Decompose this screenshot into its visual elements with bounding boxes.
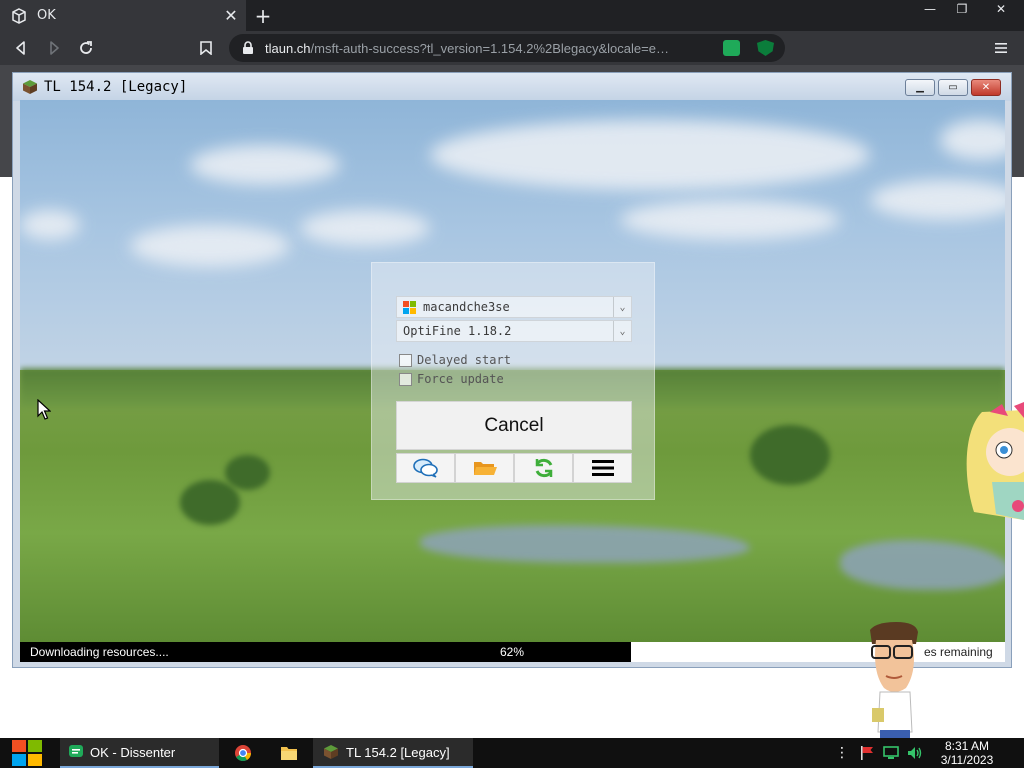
launcher-titlebar[interactable]: TL 154.2 [Legacy] ▁ ▭ ✕	[13, 73, 1011, 101]
open-folder-button[interactable]	[455, 453, 514, 483]
launcher-maximize-icon[interactable]: ▭	[938, 79, 968, 96]
network-icon[interactable]	[882, 738, 900, 768]
system-clock[interactable]: 8:31 AM 3/11/2023	[932, 739, 1002, 767]
tree	[180, 480, 240, 525]
checkbox-box[interactable]	[399, 372, 412, 386]
account-dropdown[interactable]: macandche3se ⌄	[396, 296, 632, 318]
launcher-minimize-icon[interactable]: ▁	[905, 79, 935, 96]
start-button[interactable]	[10, 738, 44, 768]
progress-remaining: es remaining	[924, 645, 993, 659]
version-dropdown[interactable]: OptiFine 1.18.2 ⌄	[396, 320, 632, 342]
force-update-checkbox[interactable]: Force update	[399, 372, 504, 386]
bookmark-icon[interactable]	[195, 37, 217, 59]
close-window-icon[interactable]: ✕	[978, 0, 1024, 18]
microsoft-logo-icon	[403, 300, 416, 314]
cube-icon	[12, 7, 26, 24]
taskbar-item-dissenter[interactable]: OK - Dissenter	[60, 738, 219, 768]
grass-block-icon	[23, 80, 37, 94]
chevron-down-icon: ⌄	[613, 297, 631, 317]
settings-menu-button[interactable]	[573, 453, 632, 483]
version-name: OptiFine 1.18.2	[403, 324, 512, 338]
new-tab-icon[interactable]: +	[252, 4, 274, 28]
refresh-button[interactable]	[514, 453, 573, 483]
folder-icon	[281, 747, 297, 760]
refresh-icon	[535, 458, 552, 478]
cloud	[430, 120, 870, 190]
tree	[225, 455, 270, 490]
taskbar-item-file-explorer[interactable]	[276, 738, 302, 768]
taskbar-item-label: TL 154.2 [Legacy]	[346, 744, 450, 760]
progress-status: Downloading resources....	[30, 645, 169, 659]
taskbar-item-tlauncher[interactable]: TL 154.2 [Legacy]	[313, 738, 473, 768]
account-name: macandche3se	[423, 300, 510, 314]
chat-button[interactable]	[396, 453, 455, 483]
cloud	[620, 200, 840, 240]
cloud	[130, 225, 290, 267]
launcher-title: TL 154.2 [Legacy]	[44, 79, 188, 95]
tree	[750, 425, 830, 485]
dissenter-comment-icon[interactable]	[723, 40, 740, 56]
browser-tab-strip: OK ✕ + — ❐ ✕	[0, 0, 1024, 31]
background-scene: macandche3se ⌄ OptiFine 1.18.2 ⌄ Delayed…	[20, 100, 1005, 642]
grass-block-icon	[324, 745, 338, 759]
delayed-start-checkbox[interactable]: Delayed start	[399, 353, 511, 367]
tab-title: OK	[37, 8, 56, 23]
lock-icon	[243, 41, 253, 54]
checkbox-box[interactable]	[399, 353, 412, 367]
folder-icon	[473, 462, 497, 475]
chevron-down-icon: ⌄	[613, 321, 631, 341]
cloud	[190, 145, 340, 185]
dissenter-icon	[69, 745, 83, 757]
action-center-flag-icon[interactable]	[858, 738, 876, 768]
progress-percent: 62%	[500, 645, 525, 659]
force-update-label: Force update	[417, 372, 504, 386]
hamburger-menu-icon	[591, 460, 614, 476]
download-progress-bar: Downloading resources.... 62% es remaini…	[20, 642, 1005, 662]
close-tab-icon[interactable]: ✕	[222, 6, 240, 25]
clock-date: 3/11/2023	[940, 753, 994, 767]
volume-icon[interactable]	[906, 738, 924, 768]
clock-time: 8:31 AM	[944, 739, 990, 753]
browser-toolbar: tlaun.ch/msft-auth-success?tl_version=1.…	[0, 31, 1024, 89]
chrome-icon	[235, 745, 252, 762]
mouse-cursor-icon	[37, 399, 51, 420]
browser-tab[interactable]: OK ✕	[0, 0, 246, 31]
login-panel: macandche3se ⌄ OptiFine 1.18.2 ⌄ Delayed…	[371, 262, 655, 500]
shield-icon[interactable]	[757, 40, 774, 56]
cartoon-man-sticker	[870, 622, 918, 738]
reload-icon[interactable]	[75, 37, 97, 59]
chat-bubbles-icon	[412, 458, 438, 478]
launcher-window: TL 154.2 [Legacy] ▁ ▭ ✕ macandche3se ⌄ O…	[12, 72, 1012, 668]
menu-icon[interactable]	[990, 37, 1012, 59]
delayed-start-label: Delayed start	[417, 353, 511, 367]
url-text[interactable]: tlaun.ch/msft-auth-success?tl_version=1.…	[265, 41, 717, 56]
cloud	[300, 210, 430, 246]
cartoon-girl-sticker	[966, 402, 1024, 520]
show-hidden-icons-icon[interactable]: ⋮	[835, 738, 849, 768]
launcher-icon-toolbar	[396, 453, 632, 483]
launcher-close-icon[interactable]: ✕	[971, 79, 1001, 96]
back-icon[interactable]	[10, 37, 32, 59]
cloud	[20, 210, 80, 240]
restore-icon[interactable]: ❐	[946, 0, 978, 18]
address-bar[interactable]: tlaun.ch/msft-auth-success?tl_version=1.…	[229, 34, 785, 62]
cancel-button[interactable]: Cancel	[396, 401, 632, 450]
forward-icon[interactable]	[43, 37, 65, 59]
browser-window-controls: — ❐ ✕	[914, 0, 1024, 18]
taskbar: OK - Dissenter TL 154.2 [Legacy] ⋮ 8:31 …	[0, 738, 1024, 768]
minimize-icon[interactable]: —	[914, 0, 946, 18]
windows-logo-icon	[12, 740, 42, 766]
taskbar-item-chrome[interactable]	[230, 738, 256, 768]
taskbar-item-label: OK - Dissenter	[90, 744, 176, 760]
